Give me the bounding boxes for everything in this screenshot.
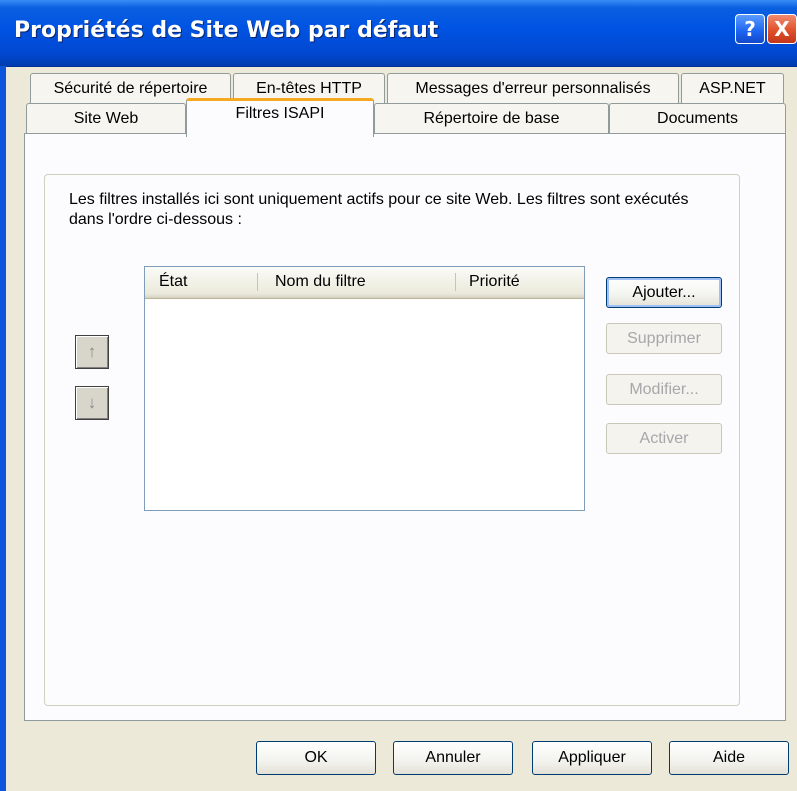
help-button[interactable]: Aide xyxy=(669,741,789,775)
window-title: Propriétés de Site Web par défaut xyxy=(14,18,439,43)
filters-list[interactable]: État Nom du filtre Priorité xyxy=(144,266,585,511)
tab-repertoire-base[interactable]: Répertoire de base xyxy=(374,103,609,133)
tab-site-web[interactable]: Site Web xyxy=(26,103,186,133)
arrow-up-icon: ↑ xyxy=(87,342,97,361)
cancel-button[interactable]: Annuler xyxy=(393,741,513,775)
close-icon: X xyxy=(774,17,790,41)
tab-aspnet[interactable]: ASP.NET xyxy=(681,73,784,103)
edit-filter-button[interactable]: Modifier... xyxy=(606,374,722,405)
apply-button[interactable]: Appliquer xyxy=(532,741,652,775)
tab-filtres-isapi[interactable]: Filtres ISAPI xyxy=(186,98,374,137)
remove-filter-button[interactable]: Supprimer xyxy=(606,323,722,354)
tab-messages-erreur[interactable]: Messages d'erreur personnalisés xyxy=(387,73,679,103)
column-header-priorite[interactable]: Priorité xyxy=(455,267,585,297)
window-frame-left xyxy=(0,66,6,791)
close-button[interactable]: X xyxy=(767,14,797,44)
column-divider[interactable] xyxy=(257,273,258,291)
help-title-button[interactable]: ? xyxy=(735,14,765,44)
list-header: État Nom du filtre Priorité xyxy=(145,267,584,299)
arrow-down-icon: ↓ xyxy=(87,393,97,412)
enable-filter-button[interactable]: Activer xyxy=(606,423,722,454)
question-mark-icon: ? xyxy=(744,17,756,41)
tab-documents[interactable]: Documents xyxy=(609,103,786,133)
column-header-etat[interactable]: État xyxy=(145,267,257,297)
column-header-nom-filtre[interactable]: Nom du filtre xyxy=(261,267,455,297)
add-filter-button[interactable]: Ajouter... xyxy=(606,277,722,308)
move-down-button[interactable]: ↓ xyxy=(75,386,109,420)
filters-description: Les filtres installés ici sont uniquemen… xyxy=(69,191,689,228)
ok-button[interactable]: OK xyxy=(256,741,376,775)
title-bar[interactable]: Propriétés de Site Web par défaut ? X xyxy=(0,0,797,67)
move-up-button[interactable]: ↑ xyxy=(75,335,109,369)
